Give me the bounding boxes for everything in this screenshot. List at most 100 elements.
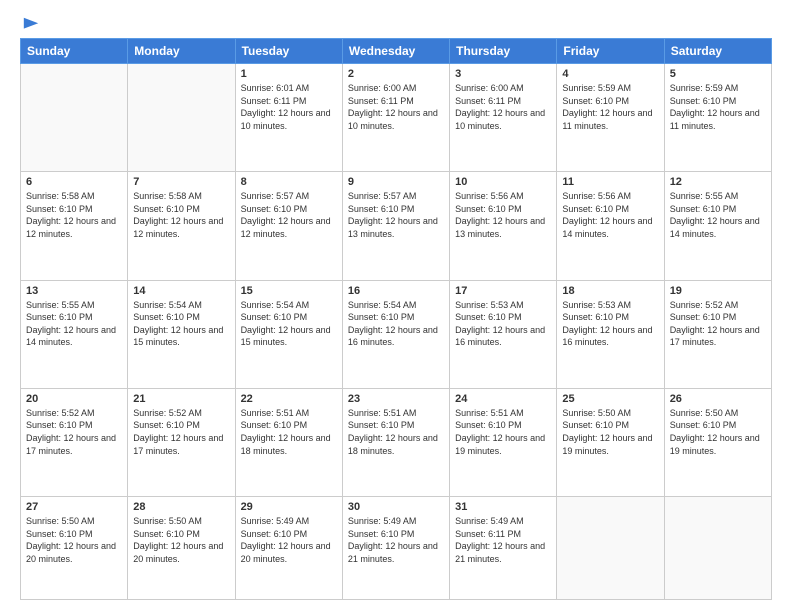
day-number: 16	[348, 285, 444, 297]
calendar-header-row: SundayMondayTuesdayWednesdayThursdayFrid…	[21, 39, 772, 64]
calendar-day-cell	[664, 497, 771, 600]
day-info: Sunrise: 5:51 AM Sunset: 6:10 PM Dayligh…	[348, 407, 444, 457]
calendar-day-cell: 4Sunrise: 5:59 AM Sunset: 6:10 PM Daylig…	[557, 64, 664, 172]
calendar-day-cell: 3Sunrise: 6:00 AM Sunset: 6:11 PM Daylig…	[450, 64, 557, 172]
day-number: 5	[670, 68, 766, 80]
calendar-day-cell: 30 Sunrise: 5:49 AM Sunset: 6:10 PM Dayli…	[342, 497, 449, 600]
day-number: 25	[562, 393, 658, 405]
day-info: Sunrise: 5:55 AM Sunset: 6:10 PM Dayligh…	[670, 190, 766, 240]
day-number: 2	[348, 68, 444, 80]
day-info: Sunrise: 5:56 AM Sunset: 6:10 PM Dayligh…	[562, 190, 658, 240]
day-number: 22	[241, 393, 337, 405]
day-info: Sunrise: 5:54 AM Sunset: 6:10 PM Dayligh…	[348, 299, 444, 349]
day-header-friday: Friday	[557, 39, 664, 64]
calendar-day-cell: 8Sunrise: 5:57 AM Sunset: 6:10 PM Daylig…	[235, 172, 342, 280]
day-header-tuesday: Tuesday	[235, 39, 342, 64]
calendar-day-cell: 20 Sunrise: 5:52 AM Sunset: 6:10 PM Dayli…	[21, 388, 128, 496]
calendar-day-cell	[21, 64, 128, 172]
calendar-day-cell: 23 Sunrise: 5:51 AM Sunset: 6:10 PM Dayli…	[342, 388, 449, 496]
day-header-monday: Monday	[128, 39, 235, 64]
calendar-day-cell	[128, 64, 235, 172]
calendar-week-row: 20 Sunrise: 5:52 AM Sunset: 6:10 PM Dayli…	[21, 388, 772, 496]
day-number: 9	[348, 176, 444, 188]
day-header-wednesday: Wednesday	[342, 39, 449, 64]
day-info: Sunrise: 5:50 AM Sunset: 6:10 PM Dayligh…	[133, 515, 229, 565]
day-number: 15	[241, 285, 337, 297]
day-info: Sunrise: 5:55 AM Sunset: 6:10 PM Dayligh…	[26, 299, 122, 349]
day-number: 30	[348, 501, 444, 513]
day-number: 20	[26, 393, 122, 405]
day-info: Sunrise: 5:51 AM Sunset: 6:10 PM Dayligh…	[455, 407, 551, 457]
calendar-table: SundayMondayTuesdayWednesdayThursdayFrid…	[20, 38, 772, 600]
calendar-day-cell: 26 Sunrise: 5:50 AM Sunset: 6:10 PM Dayli…	[664, 388, 771, 496]
day-number: 10	[455, 176, 551, 188]
logo-flag-icon	[22, 16, 40, 34]
calendar-week-row: 6 Sunrise: 5:58 AM Sunset: 6:10 PM Daylig…	[21, 172, 772, 280]
calendar-day-cell: 19Sunrise: 5:52 AM Sunset: 6:10 PM Dayli…	[664, 280, 771, 388]
day-info: Sunrise: 5:49 AM Sunset: 6:10 PM Dayligh…	[241, 515, 337, 565]
day-number: 31	[455, 501, 551, 513]
day-number: 17	[455, 285, 551, 297]
day-number: 27	[26, 501, 122, 513]
day-info: Sunrise: 5:51 AM Sunset: 6:10 PM Dayligh…	[241, 407, 337, 457]
calendar-day-cell: 10 Sunrise: 5:56 AM Sunset: 6:10 PM Dayli…	[450, 172, 557, 280]
calendar-day-cell: 1 Sunrise: 6:01 AM Sunset: 6:11 PM Daylig…	[235, 64, 342, 172]
calendar-day-cell: 29 Sunrise: 5:49 AM Sunset: 6:10 PM Dayli…	[235, 497, 342, 600]
day-number: 12	[670, 176, 766, 188]
day-info: Sunrise: 5:50 AM Sunset: 6:10 PM Dayligh…	[670, 407, 766, 457]
day-number: 18	[562, 285, 658, 297]
day-info: Sunrise: 5:53 AM Sunset: 6:10 PM Dayligh…	[455, 299, 551, 349]
day-info: Sunrise: 5:59 AM Sunset: 6:10 PM Dayligh…	[670, 82, 766, 132]
calendar-day-cell: 13 Sunrise: 5:55 AM Sunset: 6:10 PM Dayli…	[21, 280, 128, 388]
header	[20, 16, 772, 30]
day-number: 21	[133, 393, 229, 405]
calendar-day-cell: 27Sunrise: 5:50 AM Sunset: 6:10 PM Dayli…	[21, 497, 128, 600]
day-info: Sunrise: 6:00 AM Sunset: 6:11 PM Dayligh…	[348, 82, 444, 132]
day-number: 13	[26, 285, 122, 297]
calendar-day-cell: 14 Sunrise: 5:54 AM Sunset: 6:10 PM Dayli…	[128, 280, 235, 388]
day-header-saturday: Saturday	[664, 39, 771, 64]
day-info: Sunrise: 5:57 AM Sunset: 6:10 PM Dayligh…	[348, 190, 444, 240]
calendar-day-cell: 24 Sunrise: 5:51 AM Sunset: 6:10 PM Dayli…	[450, 388, 557, 496]
day-info: Sunrise: 5:57 AM Sunset: 6:10 PM Dayligh…	[241, 190, 337, 240]
day-header-thursday: Thursday	[450, 39, 557, 64]
calendar-day-cell	[557, 497, 664, 600]
calendar-day-cell: 31 Sunrise: 5:49 AM Sunset: 6:11 PM Dayli…	[450, 497, 557, 600]
day-number: 6	[26, 176, 122, 188]
day-number: 11	[562, 176, 658, 188]
day-info: Sunrise: 5:59 AM Sunset: 6:10 PM Dayligh…	[562, 82, 658, 132]
calendar-week-row: 13 Sunrise: 5:55 AM Sunset: 6:10 PM Dayli…	[21, 280, 772, 388]
day-number: 26	[670, 393, 766, 405]
calendar-day-cell: 18 Sunrise: 5:53 AM Sunset: 6:10 PM Dayli…	[557, 280, 664, 388]
day-number: 24	[455, 393, 551, 405]
day-info: Sunrise: 5:58 AM Sunset: 6:10 PM Dayligh…	[133, 190, 229, 240]
day-info: Sunrise: 5:50 AM Sunset: 6:10 PM Dayligh…	[562, 407, 658, 457]
logo	[20, 16, 40, 30]
day-info: Sunrise: 5:49 AM Sunset: 6:11 PM Dayligh…	[455, 515, 551, 565]
day-number: 14	[133, 285, 229, 297]
calendar-week-row: 27 Sunrise: 5:50 AM Sunset: 6:10 PM Dayli…	[21, 497, 772, 600]
day-info: Sunrise: 5:58 AM Sunset: 6:10 PM Dayligh…	[26, 190, 122, 240]
calendar-day-cell: 16 Sunrise: 5:54 AM Sunset: 6:10 PM Dayli…	[342, 280, 449, 388]
day-number: 29	[241, 501, 337, 513]
day-info: Sunrise: 5:52 AM Sunset: 6:10 PM Dayligh…	[26, 407, 122, 457]
calendar-day-cell: 5 Sunrise: 5:59 AM Sunset: 6:10 PM Daylig…	[664, 64, 771, 172]
day-info: Sunrise: 5:52 AM Sunset: 6:10 PM Dayligh…	[133, 407, 229, 457]
day-number: 23	[348, 393, 444, 405]
day-info: Sunrise: 5:54 AM Sunset: 6:10 PM Dayligh…	[133, 299, 229, 349]
calendar-day-cell: 6 Sunrise: 5:58 AM Sunset: 6:10 PM Daylig…	[21, 172, 128, 280]
calendar-day-cell: 17 Sunrise: 5:53 AM Sunset: 6:10 PM Dayli…	[450, 280, 557, 388]
day-info: Sunrise: 6:00 AM Sunset: 6:11 PM Dayligh…	[455, 82, 551, 132]
day-info: Sunrise: 5:49 AM Sunset: 6:10 PM Dayligh…	[348, 515, 444, 565]
calendar-day-cell: 28Sunrise: 5:50 AM Sunset: 6:10 PM Dayli…	[128, 497, 235, 600]
day-info: Sunrise: 6:01 AM Sunset: 6:11 PM Dayligh…	[241, 82, 337, 132]
day-info: Sunrise: 5:54 AM Sunset: 6:10 PM Dayligh…	[241, 299, 337, 349]
calendar-day-cell: 21 Sunrise: 5:52 AM Sunset: 6:10 PM Dayli…	[128, 388, 235, 496]
calendar-day-cell: 12 Sunrise: 5:55 AM Sunset: 6:10 PM Dayli…	[664, 172, 771, 280]
day-info: Sunrise: 5:53 AM Sunset: 6:10 PM Dayligh…	[562, 299, 658, 349]
day-number: 1	[241, 68, 337, 80]
calendar-week-row: 1 Sunrise: 6:01 AM Sunset: 6:11 PM Daylig…	[21, 64, 772, 172]
day-info: Sunrise: 5:52 AM Sunset: 6:10 PM Dayligh…	[670, 299, 766, 349]
calendar-day-cell: 9 Sunrise: 5:57 AM Sunset: 6:10 PM Daylig…	[342, 172, 449, 280]
day-info: Sunrise: 5:56 AM Sunset: 6:10 PM Dayligh…	[455, 190, 551, 240]
